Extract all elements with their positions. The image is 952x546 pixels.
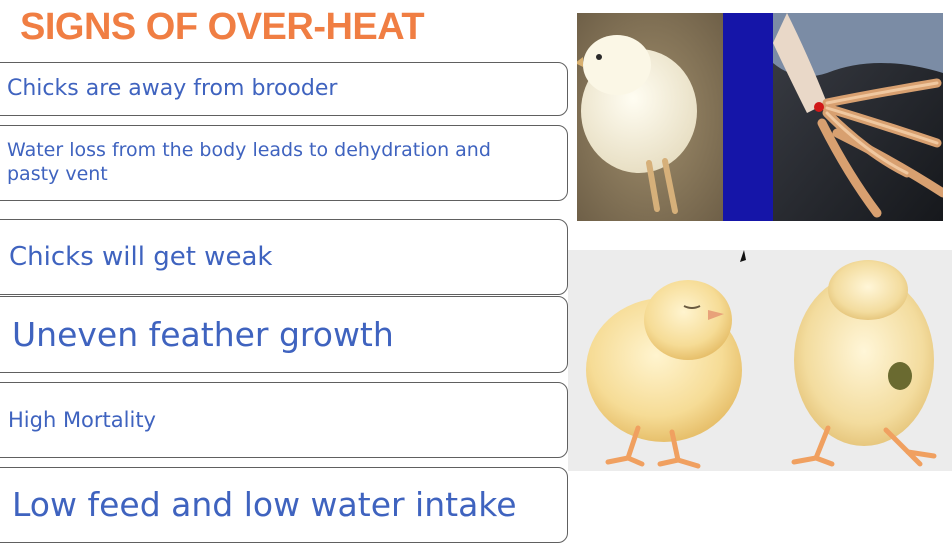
sign-text: Chicks will get weak xyxy=(9,241,273,272)
sign-box-uneven-feather: Uneven feather growth xyxy=(0,296,568,373)
sign-text: Low feed and low water intake xyxy=(12,485,517,525)
sign-box-weak: Chicks will get weak xyxy=(0,219,568,295)
sign-text: High Mortality xyxy=(8,407,156,432)
sign-box-dehydration: Water loss from the body leads to dehydr… xyxy=(0,125,568,201)
chick-and-feet-image xyxy=(577,13,943,221)
sign-box-mortality: High Mortality xyxy=(0,382,568,458)
sign-text: Uneven feather growth xyxy=(12,314,394,354)
sign-text: Water loss from the body leads to dehydr… xyxy=(7,139,491,185)
sign-box-away-from-brooder: Chicks are away from brooder xyxy=(0,62,568,116)
slide-title: SIGNS OF OVER-HEAT xyxy=(20,6,425,48)
sign-box-low-feed-water: Low feed and low water intake xyxy=(0,467,568,543)
sign-text: Chicks are away from brooder xyxy=(7,76,338,102)
two-chicks-image xyxy=(568,250,952,471)
